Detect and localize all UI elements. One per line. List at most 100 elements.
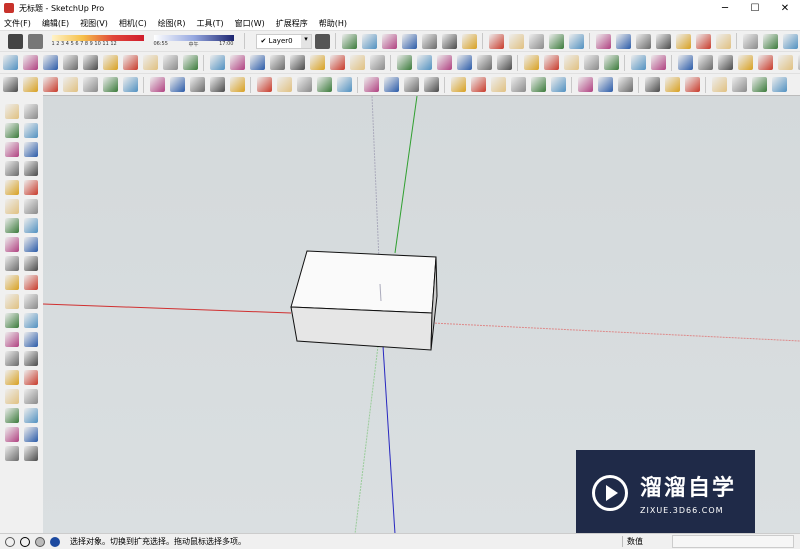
toolbar-tool-icon[interactable] <box>4 142 19 157</box>
toolbar-tool-icon[interactable] <box>456 55 472 70</box>
toolbar-tool-icon[interactable] <box>528 33 544 49</box>
toolbar-tool-icon[interactable] <box>630 55 646 70</box>
toolbar-tool-icon[interactable] <box>369 55 385 70</box>
toolbar-tool-icon[interactable] <box>550 77 566 92</box>
toolbar-tool-icon[interactable] <box>23 275 38 290</box>
toolbar-tool-icon[interactable] <box>423 77 439 92</box>
minimize-button[interactable]: ─ <box>710 0 740 16</box>
toolbar-tool-icon[interactable] <box>229 55 245 70</box>
toolbar-tool-icon[interactable] <box>470 77 486 92</box>
toolbar-tool-icon[interactable] <box>23 218 38 233</box>
toolbar-tool-icon[interactable] <box>731 77 747 92</box>
toolbar-tool-icon[interactable] <box>4 332 19 347</box>
toolbar-tool-icon[interactable] <box>4 446 19 461</box>
toolbar-tool-icon[interactable] <box>23 256 38 271</box>
toolbar-tool-icon[interactable] <box>23 389 38 404</box>
toolbar-tool-icon[interactable] <box>762 33 778 49</box>
toolbar-tool-icon[interactable] <box>23 370 38 385</box>
toolbar-tool-icon[interactable] <box>23 237 38 252</box>
toolbar-tool-icon[interactable] <box>122 55 138 70</box>
toolbar-tool-icon[interactable] <box>4 275 19 290</box>
box-top-face[interactable] <box>290 250 437 314</box>
toolbar-tool-icon[interactable] <box>23 427 38 442</box>
credits-icon[interactable] <box>20 536 30 547</box>
toolbar-tool-icon[interactable] <box>450 77 466 92</box>
toolbar-tool-icon[interactable] <box>42 55 58 70</box>
toolbar-tool-icon[interactable] <box>189 77 205 92</box>
toolbar-tool-icon[interactable] <box>563 55 579 70</box>
toolbar-tool-icon[interactable] <box>577 77 593 92</box>
toolbar-tool-icon[interactable] <box>496 55 512 70</box>
toolbar-tool-icon[interactable] <box>169 77 185 92</box>
toolbar-tool-icon[interactable] <box>182 55 198 70</box>
toolbar-tool-icon[interactable] <box>209 77 225 92</box>
toolbar-tool-icon[interactable] <box>543 55 559 70</box>
toolbar-tool-icon[interactable] <box>62 55 78 70</box>
toolbar-tool-icon[interactable] <box>4 123 19 138</box>
toolbar-tool-icon[interactable] <box>341 33 357 49</box>
toolbar-tool-icon[interactable] <box>644 77 660 92</box>
toolbar-tool-icon[interactable] <box>4 199 19 214</box>
toolbar-tool-icon[interactable] <box>23 104 38 119</box>
chevron-down-icon[interactable]: ▾ <box>301 34 311 48</box>
toolbar-tool-icon[interactable] <box>276 77 292 92</box>
menu-window[interactable]: 窗口(W) <box>235 18 265 29</box>
toolbar-tool-icon[interactable] <box>4 237 19 252</box>
toolbar-tool-icon[interactable] <box>697 55 713 70</box>
layer-manager-icon[interactable] <box>314 33 330 49</box>
shadow-time-slider[interactable]: 06:55 中午 17:00 <box>144 34 234 48</box>
toolbar-tool-icon[interactable] <box>309 55 325 70</box>
toolbar-tool-icon[interactable] <box>4 180 19 195</box>
toolbar-tool-icon[interactable] <box>289 55 305 70</box>
toolbar-tool-icon[interactable] <box>684 77 700 92</box>
toolbar-tool-icon[interactable] <box>771 77 787 92</box>
toolbar-tool-icon[interactable] <box>249 55 265 70</box>
toolbar-tool-icon[interactable] <box>336 77 352 92</box>
close-button[interactable]: ✕ <box>770 0 800 16</box>
menu-draw[interactable]: 绘图(R) <box>158 18 186 29</box>
toolbar-tool-icon[interactable] <box>23 161 38 176</box>
toolbar-tool-icon[interactable] <box>508 33 524 49</box>
shadows-toggle-icon[interactable] <box>8 33 23 49</box>
toolbar-tool-icon[interactable] <box>597 77 613 92</box>
toolbar-tool-icon[interactable] <box>82 55 98 70</box>
toolbar-tool-icon[interactable] <box>329 55 345 70</box>
measurements-input[interactable] <box>672 535 794 548</box>
toolbar-tool-icon[interactable] <box>42 77 58 92</box>
toolbar-tool-icon[interactable] <box>22 77 38 92</box>
toolbar-tool-icon[interactable] <box>142 55 158 70</box>
toolbar-tool-icon[interactable] <box>381 33 397 49</box>
toolbar-tool-icon[interactable] <box>102 77 118 92</box>
geo-location-icon[interactable] <box>5 536 15 547</box>
toolbar-tool-icon[interactable] <box>23 142 38 157</box>
toolbar-tool-icon[interactable] <box>664 77 680 92</box>
toolbar-tool-icon[interactable] <box>757 55 773 70</box>
menu-help[interactable]: 帮助(H) <box>319 18 347 29</box>
menu-camera[interactable]: 相机(C) <box>119 18 147 29</box>
toolbar-tool-icon[interactable] <box>296 77 312 92</box>
toolbar-tool-icon[interactable] <box>4 313 19 328</box>
toolbar-tool-icon[interactable] <box>229 77 245 92</box>
toolbar-tool-icon[interactable] <box>715 33 731 49</box>
toolbar-tool-icon[interactable] <box>416 55 432 70</box>
toolbar-tool-icon[interactable] <box>403 77 419 92</box>
menu-file[interactable]: 文件(F) <box>4 18 31 29</box>
shadow-date-slider[interactable]: 1 2 3 4 5 6 7 8 9 10 11 12 <box>46 35 144 47</box>
toolbar-tool-icon[interactable] <box>256 77 272 92</box>
toolbar-tool-icon[interactable] <box>523 55 539 70</box>
toolbar-tool-icon[interactable] <box>461 33 477 49</box>
toolbar-tool-icon[interactable] <box>316 77 332 92</box>
toolbar-tool-icon[interactable] <box>396 55 412 70</box>
toolbar-tool-icon[interactable] <box>23 199 38 214</box>
toolbar-tool-icon[interactable] <box>102 55 118 70</box>
fog-toggle-icon[interactable] <box>28 33 43 49</box>
toolbar-tool-icon[interactable] <box>568 33 584 49</box>
toolbar-tool-icon[interactable] <box>615 33 631 49</box>
toolbar-tool-icon[interactable] <box>363 77 379 92</box>
toolbar-tool-icon[interactable] <box>603 55 619 70</box>
toolbar-tool-icon[interactable] <box>510 77 526 92</box>
toolbar-tool-icon[interactable] <box>742 33 758 49</box>
toolbar-tool-icon[interactable] <box>675 33 691 49</box>
toolbar-tool-icon[interactable] <box>269 55 285 70</box>
toolbar-tool-icon[interactable] <box>583 55 599 70</box>
